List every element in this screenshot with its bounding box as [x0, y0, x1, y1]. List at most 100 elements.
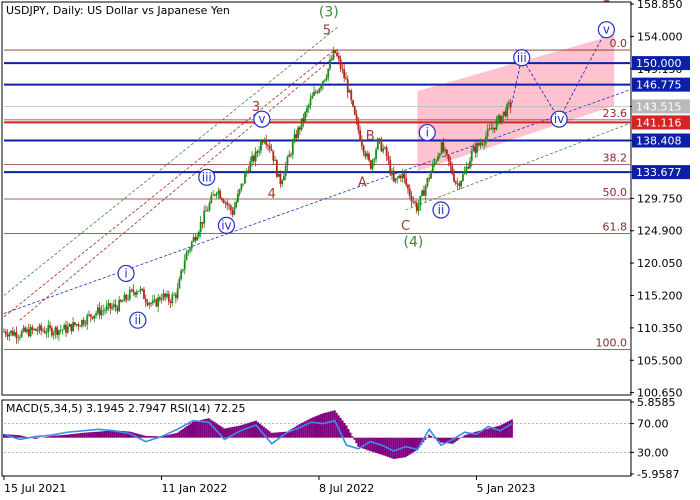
candle-body-246 — [438, 153, 441, 157]
candle-body-245 — [437, 156, 439, 161]
candle-body-133 — [238, 189, 241, 194]
candle-body-123 — [221, 198, 223, 201]
candle-body-111 — [199, 221, 202, 232]
candle-body-235 — [419, 195, 422, 206]
candle-body-174 — [311, 95, 314, 99]
candle-body-61 — [111, 306, 113, 309]
y-tick-label-7: 124.900 — [637, 225, 683, 238]
candle-body-191 — [341, 68, 344, 70]
candle-body-157 — [281, 180, 284, 185]
candle-body-230 — [410, 195, 413, 202]
candle-body-96 — [173, 294, 175, 296]
candle-body-224 — [399, 175, 402, 179]
candle-body-74 — [134, 292, 137, 295]
candle-body-248 — [442, 142, 445, 152]
circled-wave-text-7: iii — [517, 51, 527, 65]
candle-body-53 — [97, 307, 99, 313]
candle-body-21 — [40, 325, 43, 331]
candle-body-208 — [371, 160, 374, 169]
candle-body-182 — [325, 77, 328, 80]
candle-body-268 — [477, 143, 480, 146]
candle-body-143 — [256, 151, 259, 153]
candle-body-184 — [329, 60, 331, 69]
candle-body-116 — [208, 202, 211, 211]
candle-body-15 — [29, 327, 32, 337]
candle-body-141 — [252, 155, 255, 162]
candle-body-81 — [146, 302, 149, 305]
candle-body-163 — [291, 142, 294, 155]
candle-body-17 — [33, 328, 36, 330]
candle-body-222 — [396, 177, 399, 179]
candle-body-284 — [506, 104, 509, 117]
candle-body-59 — [107, 303, 110, 306]
candle-body-223 — [398, 175, 400, 178]
candle-body-259 — [461, 174, 464, 182]
candle-body-95 — [171, 294, 174, 304]
candle-body-271 — [483, 143, 486, 145]
fib-label-5: 100.0 — [596, 337, 628, 350]
candle-body-254 — [453, 173, 455, 182]
y-tick-label-10: 110.350 — [637, 322, 683, 335]
candle-body-11 — [22, 327, 25, 332]
candle-body-195 — [348, 90, 351, 93]
candle-body-212 — [378, 138, 381, 140]
circled-wave-text-9: v — [603, 23, 610, 37]
candle-body-99 — [178, 279, 181, 289]
fib-label-3: 50.0 — [603, 186, 628, 199]
candle-body-105 — [189, 248, 191, 251]
candle-body-260 — [463, 171, 466, 175]
candle-body-229 — [408, 188, 411, 196]
candle-body-197 — [352, 100, 354, 107]
candle-body-158 — [283, 175, 285, 181]
candle-body-76 — [137, 290, 140, 292]
candle-body-2 — [6, 334, 9, 337]
candle-body-170 — [304, 112, 307, 122]
wave-label-4: 4 — [268, 187, 276, 202]
fib-label-2: 38.2 — [603, 152, 628, 165]
candle-body-39 — [72, 322, 74, 332]
fib-label-4: 61.8 — [603, 220, 628, 233]
candle-body-75 — [135, 291, 138, 295]
candle-body-107 — [192, 237, 195, 242]
candle-body-73 — [132, 289, 135, 293]
usdjpy-chart: 0.023.638.250.061.8100.0(3)(4)534BAC1iii… — [1, 0, 690, 495]
candle-body-22 — [42, 330, 44, 332]
candle-body-132 — [236, 193, 239, 202]
candle-body-25 — [47, 325, 50, 333]
candle-body-108 — [194, 237, 197, 241]
candle-body-261 — [465, 166, 468, 172]
candle-body-10 — [20, 331, 23, 337]
candle-body-55 — [100, 310, 103, 316]
candle-body-43 — [79, 325, 82, 327]
candle-body-166 — [297, 127, 300, 138]
candle-body-85 — [153, 299, 156, 301]
candle-body-121 — [217, 190, 220, 194]
candle-body-62 — [112, 304, 115, 307]
ind-tick-label-0: 5.8585 — [637, 396, 676, 409]
candle-body-201 — [359, 130, 362, 141]
candle-body-210 — [375, 149, 377, 159]
candle-body-286 — [509, 102, 512, 108]
candle-body-135 — [242, 183, 245, 185]
candle-body-104 — [187, 250, 190, 253]
candle-body-264 — [470, 150, 473, 161]
circled-wave-text-0: i — [124, 266, 127, 280]
candle-body-9 — [19, 336, 21, 338]
candle-body-117 — [210, 195, 213, 203]
candle-body-80 — [144, 298, 147, 303]
candle-body-42 — [77, 324, 80, 326]
candle-body-256 — [456, 183, 459, 185]
candle-body-122 — [219, 190, 222, 199]
circled-wave-text-5: i — [426, 126, 429, 140]
wave-label-7: C — [401, 219, 410, 234]
candle-body-193 — [345, 77, 347, 80]
level-tag-text-1: 146.775 — [636, 79, 682, 92]
candle-body-34 — [63, 324, 66, 330]
candle-body-65 — [118, 299, 121, 312]
candle-body-120 — [215, 193, 218, 196]
candle-body-71 — [128, 290, 131, 300]
candle-body-145 — [259, 141, 262, 151]
candle-body-7 — [15, 332, 18, 338]
y-tick-label-0: 158.850 — [637, 0, 683, 11]
wave-label-0: (3) — [319, 4, 339, 20]
